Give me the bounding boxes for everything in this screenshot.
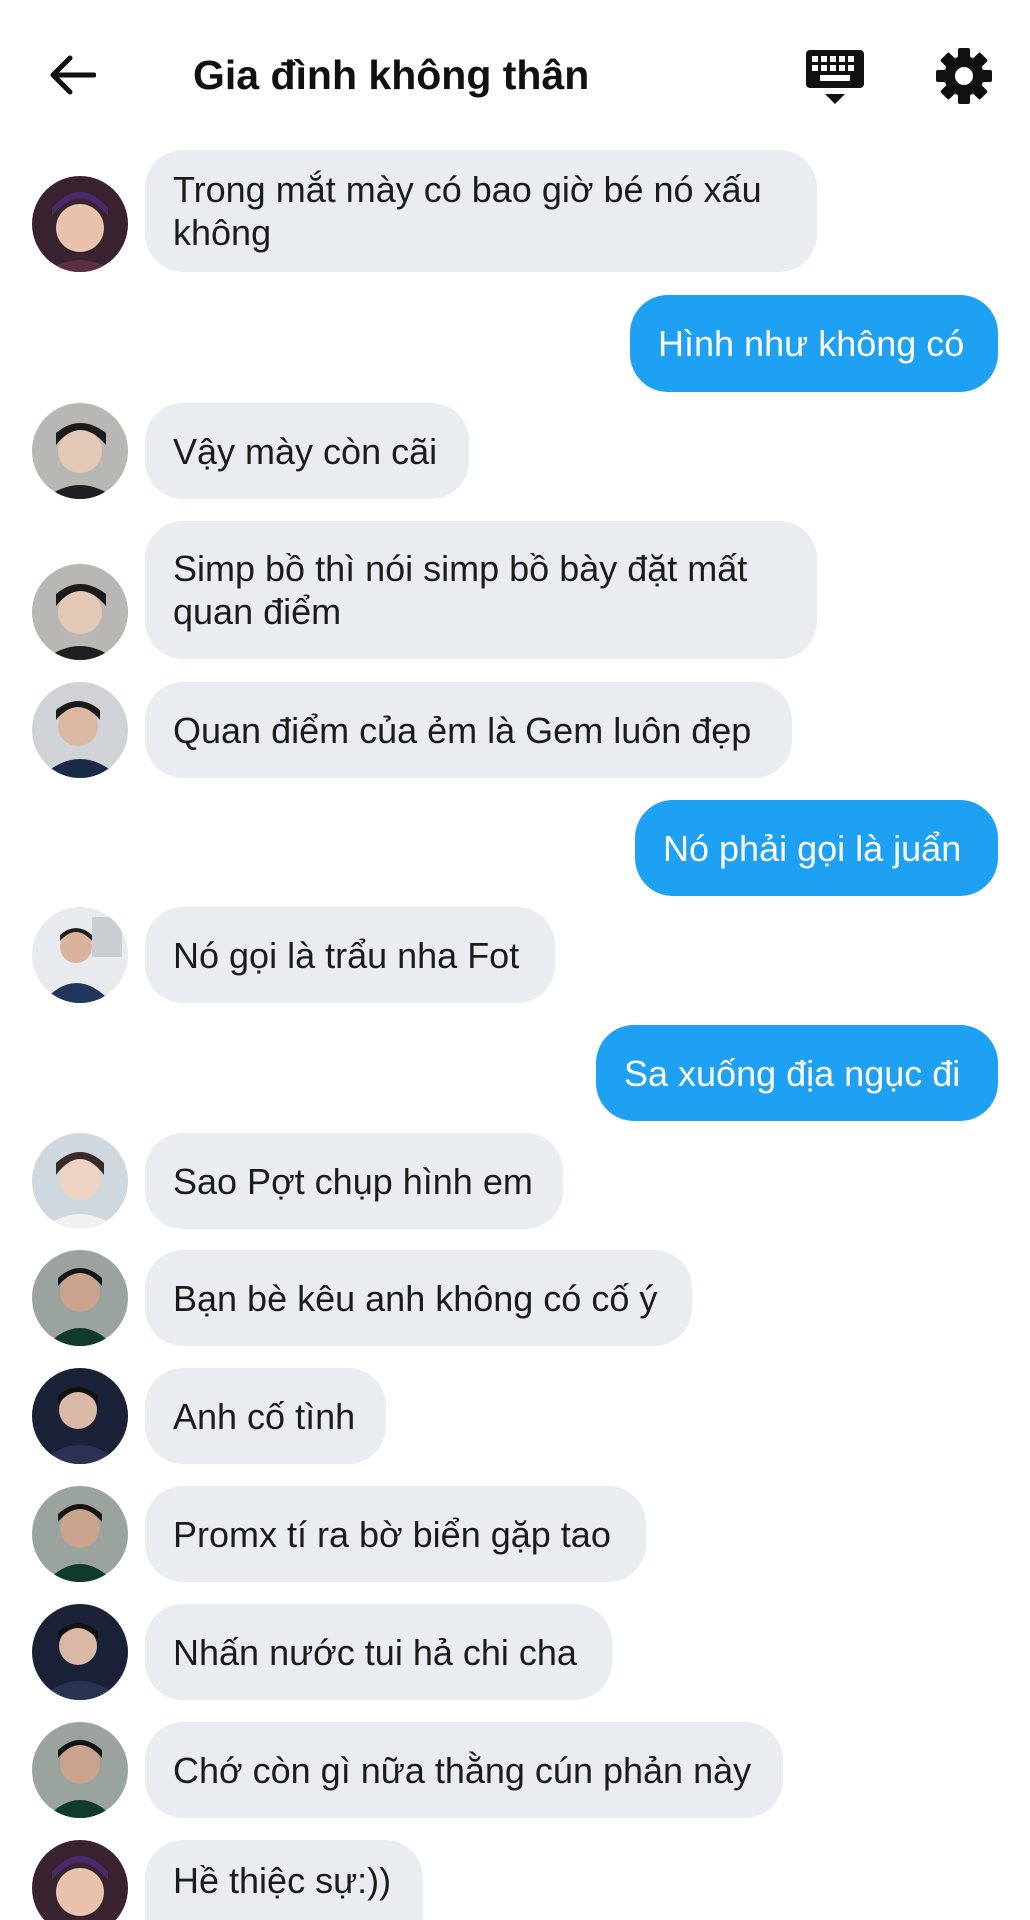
message-text: Hình như không có (658, 323, 965, 364)
message-text: Sa xuống địa ngục đi (624, 1052, 961, 1094)
avatar[interactable] (32, 682, 128, 778)
message-text: Promx tí ra bờ biển gặp tao (173, 1513, 611, 1555)
avatar[interactable] (32, 564, 128, 660)
message-text: Nó phải gọi là juẩn (663, 827, 962, 869)
message-text: Simp bồ thì nói simp bồ bày đặt mất quan… (173, 548, 748, 632)
message-text: Hề thiệc sự:)) (173, 1859, 392, 1901)
message-bubble[interactable]: Nhấn nước tui hả chi cha (145, 1604, 612, 1700)
message-text: Trong mắt mày có bao giờ bé nó xấu không (173, 169, 762, 253)
message-text: Nó gọi là trẩu nha Fot (173, 934, 520, 976)
message-text: Vậy mày còn cãi (173, 430, 438, 472)
message-text: Bạn bè kêu anh không có cố ý (173, 1277, 658, 1319)
avatar[interactable] (32, 1840, 128, 1920)
chat-header: Gia đình không thân (0, 0, 1030, 145)
message-bubble[interactable]: Bạn bè kêu anh không có cố ý (145, 1250, 692, 1346)
message-bubble[interactable]: Simp bồ thì nói simp bồ bày đặt mất quan… (145, 521, 817, 659)
message-bubble[interactable]: Hề thiệc sự:)) (145, 1840, 423, 1920)
avatar[interactable] (32, 1604, 128, 1700)
avatar[interactable] (32, 1368, 128, 1464)
message-text: Chớ còn gì nữa thằng cún phản này (173, 1749, 752, 1791)
avatar[interactable] (32, 403, 128, 499)
chat-title: Gia đình không thân (193, 52, 590, 98)
avatar[interactable] (32, 176, 128, 272)
avatar[interactable] (32, 1722, 128, 1818)
message-bubble[interactable]: Nó gọi là trẩu nha Fot (145, 907, 555, 1003)
message-bubble[interactable]: Chớ còn gì nữa thằng cún phản này (145, 1722, 783, 1818)
back-button[interactable] (42, 48, 102, 102)
arrow-left-icon (50, 55, 96, 95)
message-bubble[interactable]: Anh cố tình (145, 1368, 386, 1464)
message-text: Quan điểm của ẻm là Gem luôn đẹp (173, 709, 752, 751)
keyboard-icon (806, 50, 864, 104)
avatar[interactable] (32, 1486, 128, 1582)
settings-button[interactable] (932, 44, 996, 108)
message-text: Nhấn nước tui hả chi cha (173, 1631, 577, 1673)
avatar[interactable] (32, 1250, 128, 1346)
keyboard-button[interactable] (800, 44, 870, 108)
message-bubble[interactable]: Trong mắt mày có bao giờ bé nó xấu không (145, 150, 817, 272)
avatar[interactable] (32, 1133, 128, 1229)
message-bubble[interactable]: Hình như không có (630, 295, 998, 392)
message-text: Anh cố tình (173, 1395, 356, 1437)
message-bubble[interactable]: Promx tí ra bờ biển gặp tao (145, 1486, 646, 1582)
avatar[interactable] (32, 907, 128, 1003)
chat-thread[interactable]: Trong mắt mày có bao giờ bé nó xấu không… (0, 0, 1030, 1920)
message-bubble[interactable]: Vậy mày còn cãi (145, 403, 469, 499)
message-bubble[interactable]: Nó phải gọi là juẩn (635, 800, 998, 896)
message-bubble[interactable]: Quan điểm của ẻm là Gem luôn đẹp (145, 682, 792, 778)
message-bubble[interactable]: Sa xuống địa ngục đi (596, 1025, 998, 1121)
message-text: Sao Pợt chụp hình em (173, 1160, 533, 1202)
gear-icon (936, 48, 992, 104)
message-bubble[interactable]: Sao Pợt chụp hình em (145, 1133, 563, 1229)
